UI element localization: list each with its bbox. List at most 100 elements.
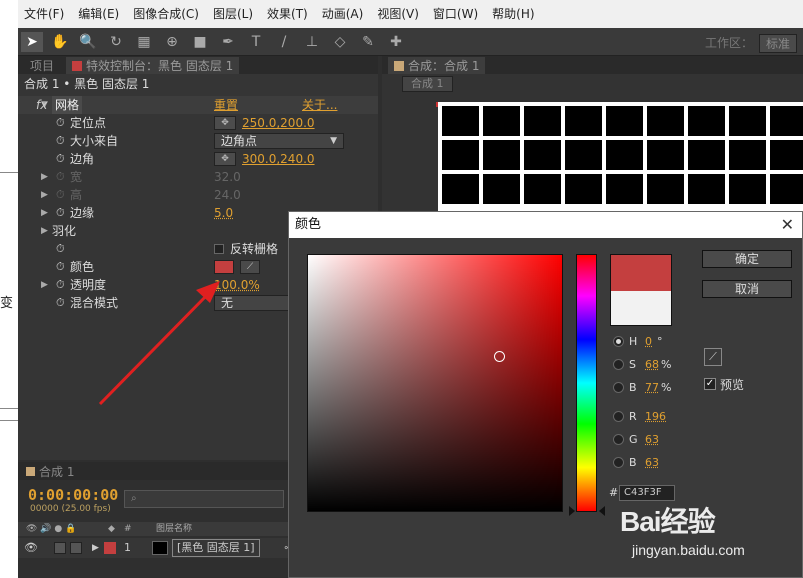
red-radio[interactable] bbox=[613, 411, 624, 422]
hue-slider-handle-right[interactable] bbox=[599, 506, 605, 516]
fx-icon[interactable]: fx bbox=[36, 96, 47, 114]
stopwatch-icon[interactable]: ⏱ bbox=[56, 258, 65, 276]
comp-subtabs: 合成 1 bbox=[382, 74, 803, 92]
hue-radio[interactable] bbox=[613, 336, 624, 347]
size-from-dropdown[interactable]: 边角点 ▼ bbox=[214, 133, 344, 149]
expand-triangle-icon[interactable]: ▶ bbox=[41, 186, 48, 204]
saturation-radio[interactable] bbox=[613, 359, 624, 370]
clone-stamp-tool-icon[interactable]: ⊥ bbox=[301, 32, 323, 52]
blue-value[interactable]: 63 bbox=[645, 455, 659, 471]
camera-tool-icon[interactable]: ▦ bbox=[133, 32, 155, 52]
menu-effect[interactable]: 效果(T) bbox=[267, 7, 308, 21]
stopwatch-icon[interactable]: ⏱ bbox=[56, 204, 65, 222]
eyedropper-icon[interactable]: ⟋ bbox=[240, 260, 260, 274]
saturation-brightness-field[interactable] bbox=[307, 254, 563, 512]
stopwatch-icon[interactable]: ⏱ bbox=[56, 114, 65, 132]
layer-label-color[interactable] bbox=[104, 542, 116, 554]
original-color-preview[interactable] bbox=[611, 291, 671, 325]
reset-link[interactable]: 重置 bbox=[214, 96, 238, 114]
workspace-dropdown[interactable]: 标准 bbox=[758, 34, 797, 53]
roto-brush-tool-icon[interactable]: ✎ bbox=[357, 32, 379, 52]
color-cursor[interactable] bbox=[494, 351, 505, 362]
saturation-value[interactable]: 68 bbox=[645, 357, 659, 373]
text-tool-icon[interactable]: T bbox=[245, 32, 267, 52]
zoom-tool-icon[interactable]: 🔍 bbox=[77, 32, 99, 52]
hue-slider[interactable] bbox=[576, 254, 597, 512]
pan-behind-tool-icon[interactable]: ⊕ bbox=[161, 32, 183, 52]
hex-input[interactable]: C43F3F bbox=[619, 485, 675, 501]
tab-project[interactable]: 项目 bbox=[24, 57, 60, 74]
menu-animation[interactable]: 动画(A) bbox=[322, 7, 364, 21]
crosshair-icon[interactable]: ✥ bbox=[214, 152, 236, 166]
red-value[interactable]: 196 bbox=[645, 409, 666, 425]
puppet-pin-tool-icon[interactable]: ✚ bbox=[385, 32, 407, 52]
preview-checkbox[interactable]: ✓ bbox=[704, 378, 716, 390]
visibility-eye-icon[interactable]: 👁 bbox=[24, 538, 38, 558]
composition-icon bbox=[394, 61, 404, 71]
rotate-tool-icon[interactable]: ↻ bbox=[105, 32, 127, 52]
opacity-value[interactable]: 100.0% bbox=[214, 276, 260, 294]
timecode-display[interactable]: 0:00:00:00 bbox=[28, 486, 118, 504]
brightness-radio[interactable] bbox=[613, 382, 624, 393]
stopwatch-icon[interactable]: ⏱ bbox=[56, 150, 65, 168]
eyedropper-icon[interactable]: ⟋ bbox=[704, 348, 722, 366]
corner-value[interactable]: 300.0,240.0 bbox=[242, 150, 315, 168]
workspace-selector: 工作区： 标准 bbox=[705, 34, 797, 53]
layer-name[interactable]: [黑色 固态层 1] bbox=[172, 539, 260, 557]
close-icon[interactable]: ✕ bbox=[781, 212, 794, 238]
green-value[interactable]: 63 bbox=[645, 432, 659, 448]
expand-triangle-icon[interactable]: ▶ bbox=[92, 538, 99, 558]
menu-composition[interactable]: 图像合成(C) bbox=[133, 7, 199, 21]
composition-canvas[interactable] bbox=[438, 102, 803, 212]
tab-composition[interactable]: 合成：合成 1 bbox=[388, 56, 486, 74]
property-row-size-from: ⏱ 大小来自 边角点 ▼ bbox=[18, 132, 378, 150]
hue-slider-handle-left[interactable] bbox=[569, 506, 575, 516]
dropdown-value: 无 bbox=[221, 296, 234, 310]
cancel-button[interactable]: 取消 bbox=[702, 280, 792, 298]
stopwatch-icon[interactable]: ⏱ bbox=[56, 294, 65, 312]
menu-layer[interactable]: 图层(L) bbox=[213, 7, 253, 21]
expand-triangle-icon[interactable]: ▶ bbox=[41, 222, 48, 240]
brush-tool-icon[interactable]: / bbox=[273, 32, 295, 52]
crosshair-icon[interactable]: ✥ bbox=[214, 116, 236, 130]
anchor-value[interactable]: 250.0,200.0 bbox=[242, 114, 315, 132]
expand-triangle-icon[interactable]: ▶ bbox=[41, 276, 48, 294]
menu-view[interactable]: 视图(V) bbox=[377, 7, 419, 21]
column-layer-name[interactable]: 图层名称 bbox=[156, 522, 192, 536]
expand-triangle-icon[interactable]: ▶ bbox=[41, 204, 48, 222]
eraser-tool-icon[interactable]: ◇ bbox=[329, 32, 351, 52]
pen-tool-icon[interactable]: ✒ bbox=[217, 32, 239, 52]
brightness-value[interactable]: 77 bbox=[645, 380, 659, 396]
comp-subtab[interactable]: 合成 1 bbox=[402, 76, 453, 92]
stopwatch-icon[interactable]: ⏱ bbox=[56, 132, 65, 150]
hand-tool-icon[interactable]: ✋ bbox=[49, 32, 71, 52]
stopwatch-icon[interactable]: ⏱ bbox=[56, 240, 65, 258]
about-link[interactable]: 关于... bbox=[302, 96, 337, 114]
menu-window[interactable]: 窗口(W) bbox=[433, 7, 478, 21]
blue-radio[interactable] bbox=[613, 457, 624, 468]
border-value[interactable]: 5.0 bbox=[214, 204, 233, 222]
menu-help[interactable]: 帮助(H) bbox=[492, 7, 534, 21]
height-value: 24.0 bbox=[214, 188, 241, 202]
stopwatch-icon[interactable]: ⏱ bbox=[56, 276, 65, 294]
rectangle-tool-icon[interactable]: ■ bbox=[189, 32, 211, 52]
color-swatch[interactable] bbox=[214, 260, 234, 274]
tab-timeline[interactable]: 合成 1 bbox=[39, 463, 74, 480]
hue-value[interactable]: 0 bbox=[645, 334, 652, 350]
property-label: 宽 bbox=[70, 170, 83, 184]
solo-toggle[interactable] bbox=[54, 542, 66, 554]
tab-effect-controls[interactable]: 特效控制台：黑色 固态层 1 bbox=[66, 56, 240, 74]
menu-file[interactable]: 文件(F) bbox=[24, 7, 64, 21]
invert-grid-checkbox[interactable] bbox=[214, 244, 224, 254]
lock-toggle[interactable] bbox=[70, 542, 82, 554]
field-label: G bbox=[629, 433, 638, 446]
property-label: 高 bbox=[70, 188, 83, 202]
grid-cell bbox=[688, 174, 725, 204]
green-radio[interactable] bbox=[613, 434, 624, 445]
expand-triangle-icon[interactable]: ▶ bbox=[41, 168, 48, 186]
effect-header-row[interactable]: ▼ fx 网格 重置 关于... bbox=[18, 96, 378, 114]
selection-tool-icon[interactable]: ➤ bbox=[21, 31, 43, 52]
menu-edit[interactable]: 编辑(E) bbox=[78, 7, 119, 21]
layer-search-input[interactable]: ⌕ bbox=[124, 490, 284, 508]
ok-button[interactable]: 确定 bbox=[702, 250, 792, 268]
